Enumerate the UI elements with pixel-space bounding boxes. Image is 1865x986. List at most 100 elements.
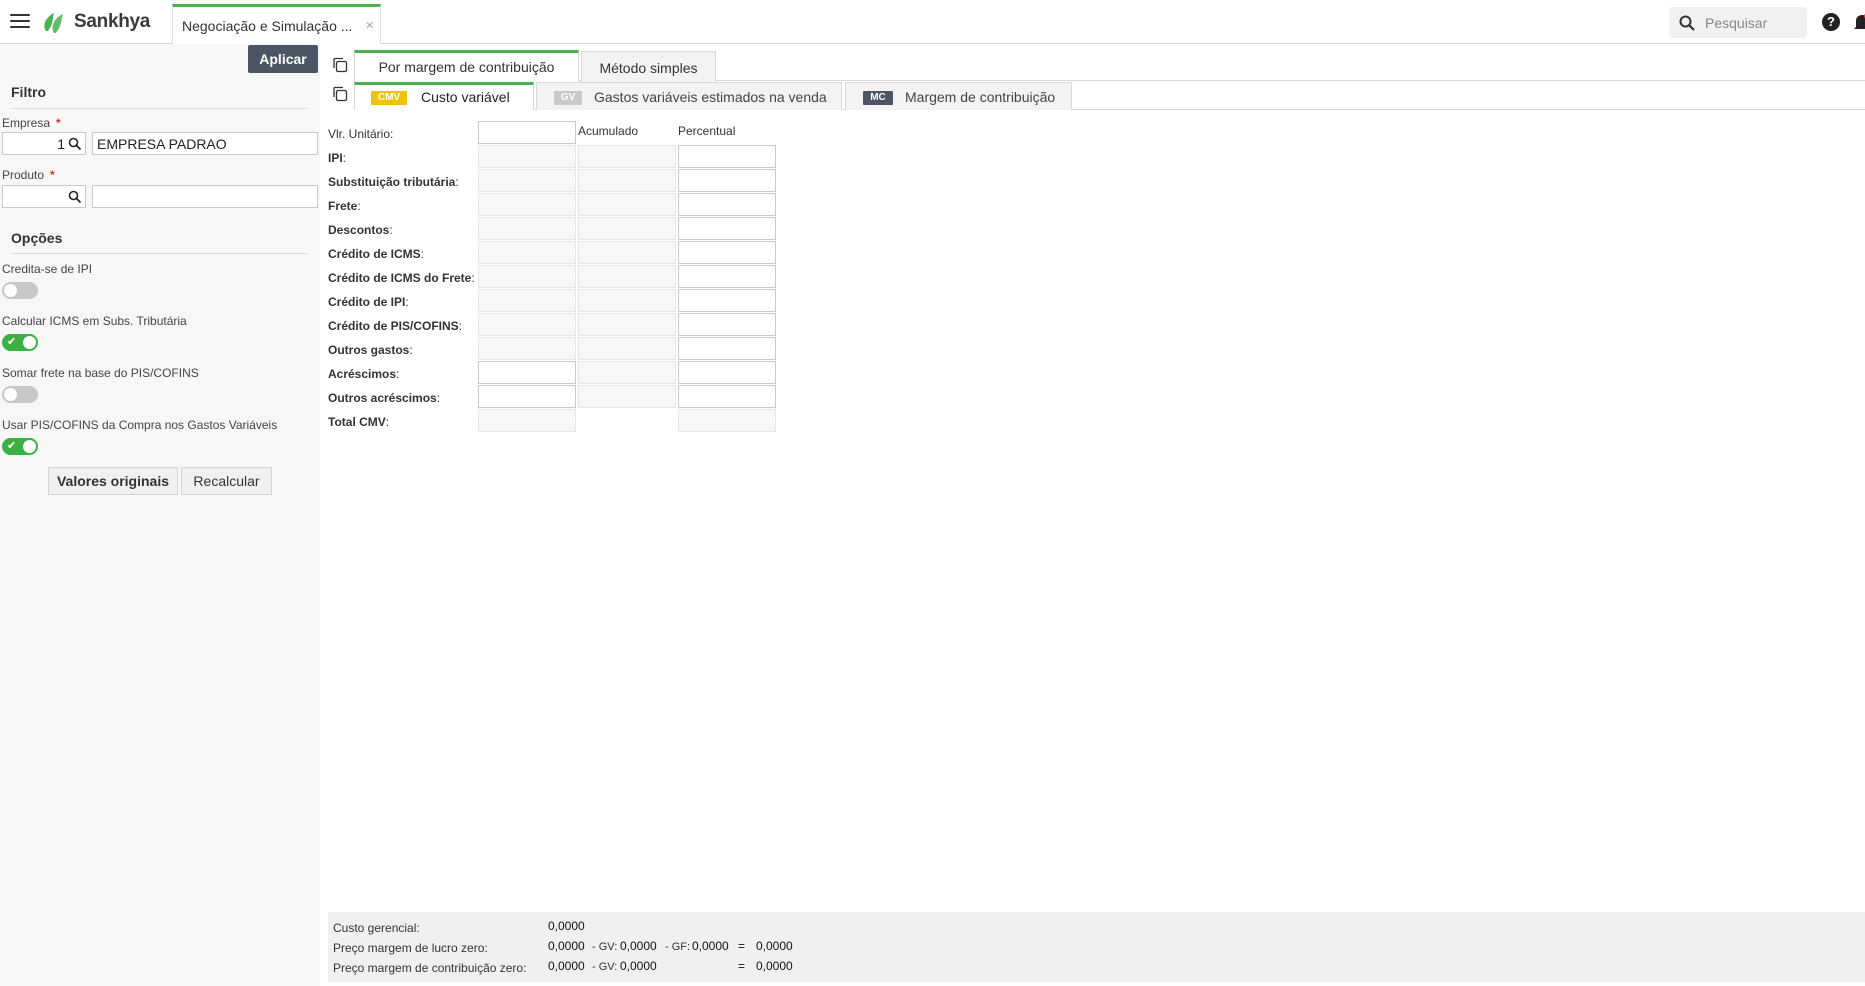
percent-cell[interactable]	[678, 217, 776, 240]
subtab-custo-variavel[interactable]: CMV Custo variável	[354, 82, 534, 110]
search-icon	[1679, 15, 1695, 31]
toggle-calcular-icms[interactable]: ✔	[2, 334, 38, 351]
value-cell	[478, 313, 576, 336]
row-label-text: Substituição tributária	[328, 175, 456, 189]
value-cell	[478, 265, 576, 288]
percent-cell[interactable]	[678, 145, 776, 168]
tab-label: Método simples	[599, 60, 698, 76]
row-label: Crédito de ICMS:	[328, 247, 424, 261]
percent-cell[interactable]	[678, 289, 776, 312]
accumulated-cell	[578, 337, 676, 360]
close-icon[interactable]: ×	[365, 17, 374, 34]
plz-gv-value: 0,0000	[620, 939, 657, 953]
cmv-badge: CMV	[371, 91, 407, 105]
label-colon: :	[458, 319, 463, 333]
subtab-gastos-variaveis[interactable]: GV Gastos variáveis estimados na venda	[536, 82, 842, 110]
subtab-margem-contribuicao[interactable]: MC Margem de contribuição	[845, 82, 1072, 110]
row-label-text: Crédito de ICMS do Frete	[328, 271, 472, 285]
plz-total: 0,0000	[756, 939, 793, 953]
value-cell[interactable]	[478, 121, 576, 144]
label-colon: :	[436, 391, 441, 405]
percent-cell[interactable]	[678, 241, 776, 264]
percent-cell[interactable]	[678, 337, 776, 360]
label-colon: :	[390, 127, 394, 141]
brand-name: Sankhya	[74, 11, 151, 32]
value-cell	[478, 289, 576, 312]
percent-cell[interactable]	[678, 169, 776, 192]
accumulated-cell	[578, 145, 676, 168]
toggle-usar-pis-cofins[interactable]: ✔	[2, 438, 38, 455]
label-colon: :	[342, 151, 347, 165]
toggle-credita-ipi[interactable]	[2, 282, 38, 299]
mc-badge: MC	[863, 91, 893, 105]
search-box[interactable]	[1669, 7, 1807, 38]
plz-gf-value: 0,0000	[692, 939, 729, 953]
percent-cell[interactable]	[678, 361, 776, 384]
tab-metodo-simples[interactable]: Método simples	[581, 51, 716, 82]
notification-bell-icon[interactable]	[1852, 12, 1865, 32]
search-input[interactable]	[1705, 13, 1801, 33]
accumulated-cell	[578, 313, 676, 336]
column-header-acumulado: Acumulado	[578, 124, 639, 138]
row-label-text: Frete	[328, 199, 358, 213]
row-label: Crédito de PIS/COFINS:	[328, 319, 462, 333]
value-cell	[478, 217, 576, 240]
percent-cell[interactable]	[678, 313, 776, 336]
label-colon: :	[389, 223, 393, 237]
percent-cell[interactable]	[678, 385, 776, 408]
logo[interactable]: Sankhya	[40, 9, 150, 35]
empresa-search-icon[interactable]	[68, 137, 82, 151]
pmc-equals: =	[738, 959, 746, 973]
row-label: Total CMV:	[328, 415, 389, 429]
empresa-name-input[interactable]	[92, 132, 318, 155]
tab-negociacao-simulacao[interactable]: Negociação e Simulação ... ×	[172, 4, 381, 44]
accumulated-cell	[578, 361, 676, 384]
value-cell	[478, 145, 576, 168]
preco-contribuicao-zero-value: 0,0000	[548, 959, 585, 973]
label-colon: :	[420, 247, 425, 261]
recalcular-button[interactable]: Recalcular	[181, 467, 272, 495]
copy-icon[interactable]	[332, 57, 348, 73]
row-label: Outros acréscimos:	[328, 391, 440, 405]
row-label: Outros gastos:	[328, 343, 413, 357]
apply-button[interactable]: Aplicar	[248, 45, 318, 73]
top-bar: Sankhya Negociação e Simulação ... × ?	[0, 0, 1865, 44]
subtab-label: Gastos variáveis estimados na venda	[594, 89, 827, 105]
percent-cell[interactable]	[678, 265, 776, 288]
gv-badge: GV	[554, 91, 582, 105]
check-icon: ✔	[7, 440, 17, 452]
tab-margem-contribuicao[interactable]: Por margem de contribuição	[354, 50, 579, 82]
label-colon: :	[455, 175, 459, 189]
row-label: Vlr. Unitário:	[328, 127, 393, 141]
tab-label: Por margem de contribuição	[378, 59, 555, 75]
produto-name-input[interactable]	[92, 185, 318, 208]
row-label-text: Total CMV	[328, 415, 386, 429]
filter-title: Filtro	[11, 84, 46, 100]
plz-equals: =	[738, 939, 746, 953]
row-label-text: Crédito de IPI	[328, 295, 406, 309]
row-label-text: Vlr. Unitário	[328, 127, 391, 141]
row-label: Substituição tributária:	[328, 175, 459, 189]
preco-lucro-zero-label: Preço margem de lucro zero:	[333, 941, 488, 955]
value-cell	[478, 169, 576, 192]
label-colon: :	[396, 367, 400, 381]
value-cell[interactable]	[478, 361, 576, 384]
row-label: Frete:	[328, 199, 361, 213]
produto-search-icon[interactable]	[68, 190, 82, 204]
valores-originais-button[interactable]: Valores originais	[48, 467, 178, 495]
row-label-text: Outros acréscimos	[328, 391, 437, 405]
accumulated-cell	[578, 289, 676, 312]
value-cell[interactable]	[478, 385, 576, 408]
pmc-gv-prefix: - GV:	[592, 961, 618, 973]
help-icon[interactable]: ?	[1822, 13, 1840, 31]
percent-cell[interactable]	[678, 193, 776, 216]
row-label: IPI:	[328, 151, 346, 165]
toggle-somar-frete[interactable]	[2, 386, 38, 403]
copy-icon[interactable]	[332, 86, 348, 102]
accumulated-cell	[578, 217, 676, 240]
empresa-label: Empresa *	[2, 116, 61, 130]
menu-icon[interactable]	[10, 14, 30, 30]
option-label-usar-pis-cofins: Usar PIS/COFINS da Compra nos Gastos Var…	[2, 418, 278, 432]
percent-cell	[678, 409, 776, 432]
label-colon: :	[471, 271, 475, 285]
